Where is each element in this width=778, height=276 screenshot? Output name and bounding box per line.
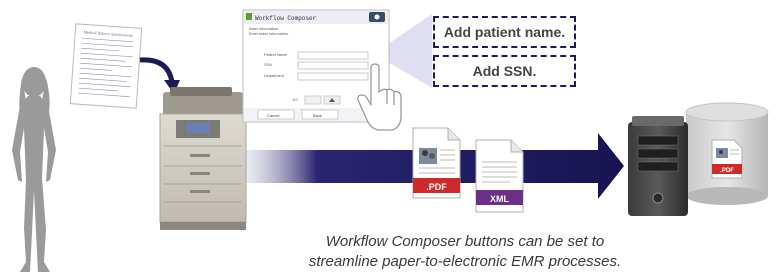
gear-icon — [374, 14, 380, 20]
patient-name-field[interactable] — [297, 51, 369, 60]
callout-ssn: Add SSN. — [433, 55, 576, 87]
zoom-projection — [388, 14, 432, 88]
caption-line-1: Workflow Composer buttons can be set to — [325, 233, 605, 250]
screen-subtitle-1: Index information — [249, 27, 278, 31]
scan-arrow — [139, 57, 175, 83]
person-silhouette — [12, 67, 56, 272]
multifunction-copier — [159, 87, 247, 230]
back-label: Back — [313, 113, 322, 118]
patient-document: Medical History Questionnaire — [69, 23, 143, 109]
caption-line-2: streamline paper-to-electronic EMR proce… — [308, 253, 622, 270]
server-pdf-label: .PDF — [720, 168, 734, 174]
cancel-label: Cancel — [267, 113, 280, 118]
ssn-field[interactable] — [297, 61, 369, 70]
app-icon — [246, 13, 252, 20]
app-title: Workflow Composer — [255, 15, 317, 22]
field-label-department: Department — [264, 74, 285, 78]
field-label-ssn: SSN — [264, 63, 272, 67]
caption: Workflow Composer buttons can be set to … — [200, 232, 730, 272]
field-label-patient-name: Patient Name — [264, 53, 287, 57]
department-field[interactable] — [297, 72, 369, 81]
callout-patient-name: Add patient name. — [433, 16, 576, 48]
page-down-button[interactable] — [304, 95, 322, 105]
callout-ssn-text: Add SSN. — [472, 63, 537, 79]
callout-patient-name-text: Add patient name. — [443, 24, 566, 40]
page-indicator: 1/2 — [292, 97, 298, 102]
pdf-label: .PDF — [426, 182, 447, 192]
xml-label: XML — [490, 194, 510, 204]
screen-subtitle-2: Enter index information. — [249, 32, 289, 36]
server-tower — [628, 116, 688, 216]
